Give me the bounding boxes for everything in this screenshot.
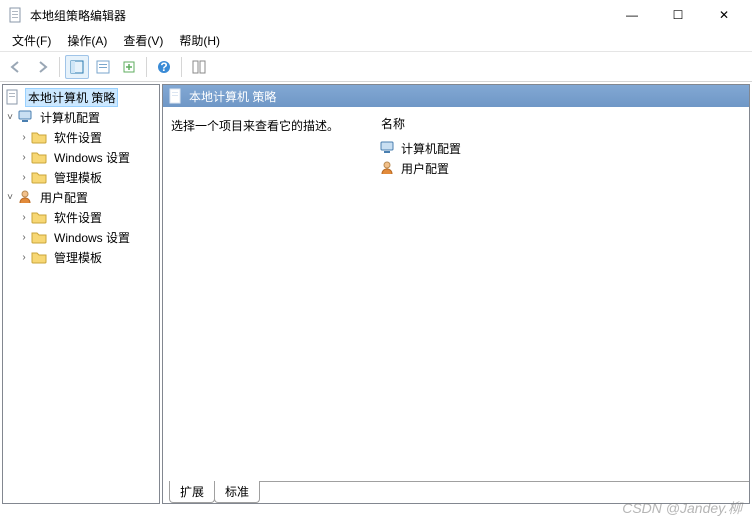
tree-windows-settings[interactable]: › Windows 设置	[3, 227, 159, 247]
maximize-button[interactable]: ☐	[664, 5, 692, 25]
user-icon	[379, 160, 395, 176]
help-button[interactable]: ?	[152, 55, 176, 79]
computer-icon	[17, 109, 33, 125]
tree-label: Windows 设置	[51, 148, 133, 167]
user-icon	[17, 189, 33, 205]
details-panel: 本地计算机 策略 选择一个项目来查看它的描述。 名称 计算机配置 用户配置 扩展…	[162, 84, 750, 504]
tree-admin-templates[interactable]: › 管理模板	[3, 167, 159, 187]
description-pane: 选择一个项目来查看它的描述。	[163, 107, 371, 481]
app-icon	[8, 7, 24, 23]
tree-label: 计算机配置	[37, 108, 103, 127]
column-header-name[interactable]: 名称	[381, 115, 743, 132]
expand-icon[interactable]: ›	[17, 212, 31, 223]
tree-label: 软件设置	[51, 208, 105, 227]
expand-icon[interactable]: ›	[17, 172, 31, 183]
minimize-button[interactable]: —	[618, 5, 646, 25]
filter-button[interactable]	[187, 55, 211, 79]
folder-icon	[31, 149, 47, 165]
toolbar: ?	[0, 52, 752, 82]
items-list: 名称 计算机配置 用户配置	[371, 107, 749, 481]
toolbar-separator	[146, 57, 147, 77]
details-body: 选择一个项目来查看它的描述。 名称 计算机配置 用户配置	[163, 107, 749, 481]
document-icon	[5, 89, 21, 105]
tree-computer-config[interactable]: ˅ 计算机配置	[3, 107, 159, 127]
tree-label: 用户配置	[37, 188, 91, 207]
folder-icon	[31, 169, 47, 185]
menu-help[interactable]: 帮助(H)	[171, 30, 228, 51]
collapse-icon[interactable]: ˅	[3, 112, 17, 123]
show-tree-button[interactable]	[65, 55, 89, 79]
menu-action[interactable]: 操作(A)	[59, 30, 115, 51]
toolbar-separator	[181, 57, 182, 77]
document-icon	[169, 88, 183, 104]
list-item-label: 计算机配置	[401, 140, 461, 157]
tree-label: 软件设置	[51, 128, 105, 147]
back-button[interactable]	[4, 55, 28, 79]
folder-icon	[31, 249, 47, 265]
window-title: 本地组策略编辑器	[30, 7, 618, 24]
tree-label: Windows 设置	[51, 228, 133, 247]
svg-text:?: ?	[160, 60, 167, 74]
expand-icon[interactable]: ›	[17, 252, 31, 263]
tree-admin-templates[interactable]: › 管理模板	[3, 247, 159, 267]
content-area: 本地计算机 策略 ˅ 计算机配置 › 软件设置 › Windows 设置 › 管…	[0, 82, 752, 506]
properties-button[interactable]	[91, 55, 115, 79]
folder-icon	[31, 209, 47, 225]
tree-root[interactable]: 本地计算机 策略	[3, 87, 159, 107]
collapse-icon[interactable]: ˅	[3, 192, 17, 203]
tree-user-config[interactable]: ˅ 用户配置	[3, 187, 159, 207]
tree-software-settings[interactable]: › 软件设置	[3, 127, 159, 147]
computer-icon	[379, 141, 395, 155]
toolbar-separator	[59, 57, 60, 77]
title-bar: 本地组策略编辑器 — ☐ ✕	[0, 0, 752, 30]
export-button[interactable]	[117, 55, 141, 79]
window-controls: — ☐ ✕	[618, 5, 738, 25]
list-item[interactable]: 用户配置	[377, 158, 743, 178]
forward-button[interactable]	[30, 55, 54, 79]
list-item-label: 用户配置	[401, 160, 449, 177]
list-item[interactable]: 计算机配置	[377, 138, 743, 158]
details-header: 本地计算机 策略	[163, 85, 749, 107]
menu-file[interactable]: 文件(F)	[4, 30, 59, 51]
tab-extended[interactable]: 扩展	[169, 481, 215, 503]
description-prompt: 选择一个项目来查看它的描述。	[171, 117, 363, 134]
menu-view[interactable]: 查看(V)	[115, 30, 171, 51]
folder-icon	[31, 229, 47, 245]
menu-bar: 文件(F) 操作(A) 查看(V) 帮助(H)	[0, 30, 752, 52]
expand-icon[interactable]: ›	[17, 132, 31, 143]
expand-icon[interactable]: ›	[17, 152, 31, 163]
details-header-title: 本地计算机 策略	[189, 88, 276, 105]
tree-software-settings[interactable]: › 软件设置	[3, 207, 159, 227]
expand-icon[interactable]: ›	[17, 232, 31, 243]
tree-root-label: 本地计算机 策略	[25, 88, 118, 107]
tree-panel[interactable]: 本地计算机 策略 ˅ 计算机配置 › 软件设置 › Windows 设置 › 管…	[2, 84, 160, 504]
tab-standard[interactable]: 标准	[214, 481, 260, 503]
tree-windows-settings[interactable]: › Windows 设置	[3, 147, 159, 167]
details-tabs: 扩展 标准	[163, 481, 749, 503]
tree-label: 管理模板	[51, 248, 105, 267]
close-button[interactable]: ✕	[710, 5, 738, 25]
folder-icon	[31, 129, 47, 145]
tree-label: 管理模板	[51, 168, 105, 187]
